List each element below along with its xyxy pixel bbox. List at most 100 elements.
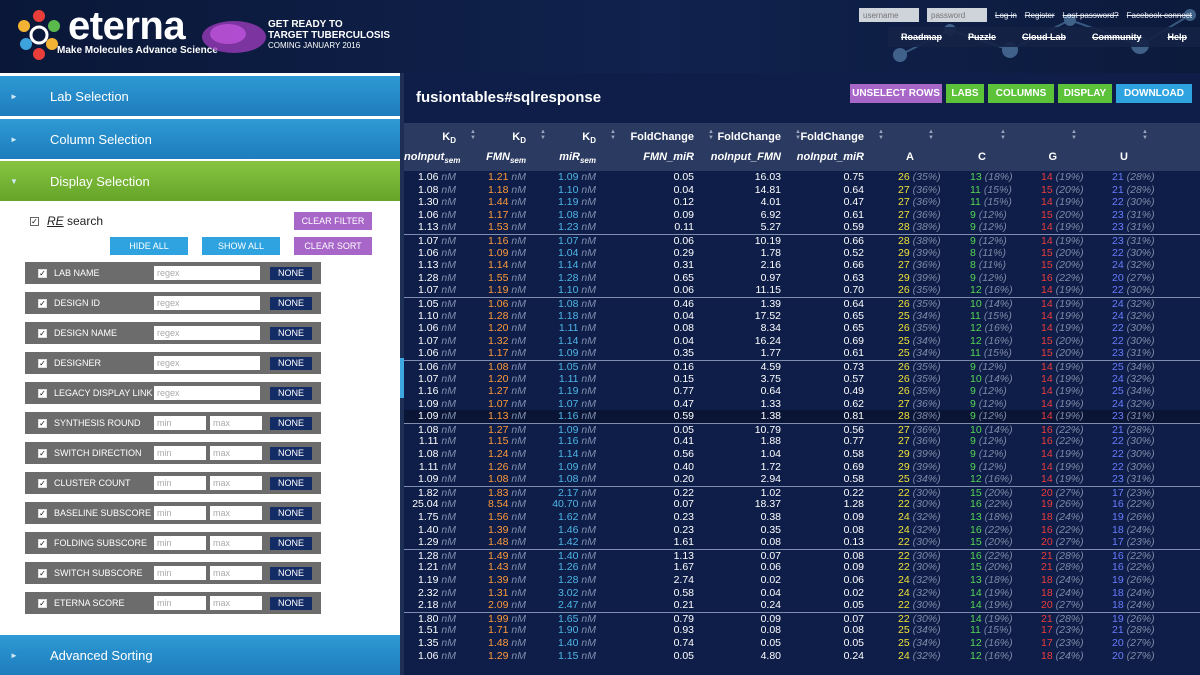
column-min-input[interactable]: min [154,506,206,520]
column-max-input[interactable]: max [210,446,262,460]
column-none-button[interactable]: NONE [270,386,312,400]
column-regex-input[interactable]: regex [154,386,260,400]
column-max-input[interactable]: max [210,476,262,490]
column-regex-input[interactable]: regex [154,266,260,280]
table-row[interactable]: 1.80 nM 1.99 nM 1.65 nM 0.79 0.09 0.07 22 (30%… [404,611,1200,625]
display-selection-header[interactable]: ▼ Display Selection [0,161,400,201]
column-visible-checkbox[interactable]: ✓ [38,418,47,428]
sort-arrows-icon[interactable]: ▲▼ [928,129,934,141]
column-visible-checkbox[interactable]: ✓ [38,388,47,398]
table-row[interactable]: 1.75 nM 1.56 nM 1.62 nM 0.23 0.38 0.09 24 (32%… [404,511,1200,524]
sort-arrows-icon[interactable]: ▲▼ [1000,129,1006,141]
sort-arrows-icon[interactable]: ▲▼ [878,129,884,141]
table-row[interactable]: 1.28 nM 1.49 nM 1.40 nM 1.13 0.07 0.08 22 (30%… [404,548,1200,562]
display-button[interactable]: DISPLAY [1058,84,1112,103]
column-max-input[interactable]: max [210,566,262,580]
nav-help[interactable]: Help [1167,32,1187,42]
column-visible-checkbox[interactable]: ✓ [38,538,47,548]
column-none-button[interactable]: NONE [270,416,312,430]
table-row[interactable]: 1.08 nM 1.24 nM 1.14 nM 0.56 1.04 0.58 29 (39%… [404,448,1200,461]
column-visible-checkbox[interactable]: ✓ [38,268,47,278]
table-row[interactable]: 1.08 nM 1.18 nM 1.10 nM 0.04 14.81 0.64 27 (36… [404,184,1200,197]
column-none-button[interactable]: NONE [270,266,312,280]
table-row[interactable]: 1.07 nM 1.32 nM 1.14 nM 0.04 16.24 0.69 25 (34… [404,335,1200,348]
column-none-button[interactable]: NONE [270,446,312,460]
lab-selection-header[interactable]: ► Lab Selection [0,76,400,116]
sort-arrows-icon[interactable]: ▲▼ [1142,129,1148,141]
table-row[interactable]: 1.13 nM 1.53 nM 1.23 nM 0.11 5.27 0.59 28 (38%… [404,221,1200,234]
promo-banner[interactable]: GET READY TO TARGET TUBERCULOSIS [268,19,408,41]
column-none-button[interactable]: NONE [270,326,312,340]
table-row[interactable]: 1.06 nM 1.21 nM 1.09 nM 0.05 16.03 0.75 26 (35… [404,171,1200,184]
column-none-button[interactable]: NONE [270,356,312,370]
column-none-button[interactable]: NONE [270,476,312,490]
column-min-input[interactable]: min [154,536,206,550]
labs-button[interactable]: LABS [946,84,984,103]
table-row[interactable]: 2.18 nM 2.09 nM 2.47 nM 0.21 0.24 0.05 22 (30%… [404,599,1200,612]
username-input[interactable] [859,8,919,22]
column-header-bottom[interactable]: (% [1184,151,1200,163]
table-row[interactable]: 25.04 nM 8.54 nM 40.70 nM 0.07 18.37 1.28 22 (… [404,498,1200,511]
table-row[interactable]: 1.82 nM 1.83 nM 2.17 nM 0.22 1.02 0.22 22 (30%… [404,485,1200,499]
table-row[interactable]: 1.07 nM 1.16 nM 1.07 nM 0.06 10.19 0.66 28 (38… [404,233,1200,247]
column-visible-checkbox[interactable]: ✓ [38,358,47,368]
column-regex-input[interactable]: regex [154,296,260,310]
column-none-button[interactable]: NONE [270,296,312,310]
table-row[interactable]: 1.09 nM 1.13 nM 1.16 nM 0.59 1.38 0.81 28 (38%… [404,410,1200,423]
column-header-top[interactable]: KD [546,131,596,145]
table-row[interactable]: 1.51 nM 1.71 nM 1.90 nM 0.93 0.08 0.08 25 (34%… [404,624,1200,637]
column-min-input[interactable]: min [154,596,206,610]
table-row[interactable]: 1.06 nM 1.17 nM 1.09 nM 0.35 1.77 0.61 25 (34%… [404,347,1200,360]
table-row[interactable]: 1.10 nM 1.28 nM 1.18 nM 0.04 17.52 0.65 25 (34… [404,310,1200,323]
column-visible-checkbox[interactable]: ✓ [38,598,47,608]
column-header-top[interactable]: FoldChange [614,131,694,143]
column-none-button[interactable]: NONE [270,596,312,610]
nav-roadmap[interactable]: Roadmap [901,32,942,42]
nav-cloud-lab[interactable]: Cloud Lab [1022,32,1066,42]
column-none-button[interactable]: NONE [270,506,312,520]
column-header-bottom[interactable]: C [956,151,986,163]
column-header-top[interactable]: FoldChange [784,131,864,143]
register-link[interactable]: Register [1025,11,1055,20]
sort-arrows-icon[interactable]: ▲▼ [1071,129,1077,141]
table-row[interactable]: 1.11 nM 1.26 nM 1.09 nM 0.40 1.72 0.69 29 (39%… [404,461,1200,474]
table-row[interactable]: 1.13 nM 1.14 nM 1.14 nM 0.31 2.16 0.66 27 (36%… [404,259,1200,272]
column-none-button[interactable]: NONE [270,536,312,550]
column-regex-input[interactable]: regex [154,326,260,340]
column-max-input[interactable]: max [210,536,262,550]
nav-puzzle[interactable]: Puzzle [968,32,996,42]
table-row[interactable]: 1.11 nM 1.15 nM 1.16 nM 0.41 1.88 0.77 27 (36%… [404,435,1200,448]
table-row[interactable]: 1.05 nM 1.06 nM 1.08 nM 0.46 1.39 0.64 26 (35%… [404,296,1200,310]
table-row[interactable]: 1.06 nM 1.20 nM 1.11 nM 0.08 8.34 0.65 26 (35%… [404,322,1200,335]
regex-search-toggle[interactable]: ✓ RE search [30,214,103,228]
column-header-top[interactable]: A [1184,131,1200,143]
column-max-input[interactable]: max [210,416,262,430]
column-max-input[interactable]: max [210,506,262,520]
table-row[interactable]: 1.09 nM 1.08 nM 1.08 nM 0.20 2.94 0.58 25 (34%… [404,473,1200,486]
column-none-button[interactable]: NONE [270,566,312,580]
clear-filter-button[interactable]: CLEAR FILTER [294,212,372,230]
table-row[interactable]: 1.29 nM 1.48 nM 1.42 nM 1.61 0.08 0.13 22 (30%… [404,536,1200,549]
column-header-bottom[interactable]: FMN_miR [614,151,694,163]
table-row[interactable]: 1.19 nM 1.39 nM 1.28 nM 2.74 0.02 0.06 24 (32%… [404,574,1200,587]
column-visible-checkbox[interactable]: ✓ [38,298,47,308]
column-header-bottom[interactable]: noInput_miR [784,151,864,163]
unselect-rows-button[interactable]: UNSELECT ROWS [850,84,942,103]
table-row[interactable]: 1.06 nM 1.29 nM 1.15 nM 0.05 4.80 0.24 24 (32%… [404,650,1200,663]
advanced-sorting-header[interactable]: ► Advanced Sorting [0,635,400,675]
table-row[interactable]: 1.21 nM 1.43 nM 1.26 nM 1.67 0.06 0.09 22 (30%… [404,561,1200,574]
column-header-bottom[interactable]: G [1027,151,1057,163]
table-row[interactable]: 1.08 nM 1.27 nM 1.09 nM 0.05 10.79 0.56 27 (36… [404,422,1200,436]
column-header-top[interactable]: KD [474,131,526,145]
table-row[interactable]: 1.16 nM 1.27 nM 1.19 nM 0.77 0.64 0.49 26 (35%… [404,385,1200,398]
table-row[interactable]: 1.35 nM 1.48 nM 1.40 nM 0.74 0.05 0.05 25 (34%… [404,637,1200,650]
column-max-input[interactable]: max [210,596,262,610]
column-min-input[interactable]: min [154,416,206,430]
column-visible-checkbox[interactable]: ✓ [38,448,47,458]
column-header-bottom[interactable]: U [1098,151,1128,163]
columns-button[interactable]: COLUMNS [988,84,1054,103]
column-header-bottom[interactable]: noInput_FMN [704,151,781,163]
table-row[interactable]: 1.07 nM 1.20 nM 1.11 nM 0.15 3.75 0.57 26 (35%… [404,373,1200,386]
column-header-top[interactable]: FoldChange [704,131,781,143]
logo-wordmark[interactable]: eterna [68,4,186,49]
